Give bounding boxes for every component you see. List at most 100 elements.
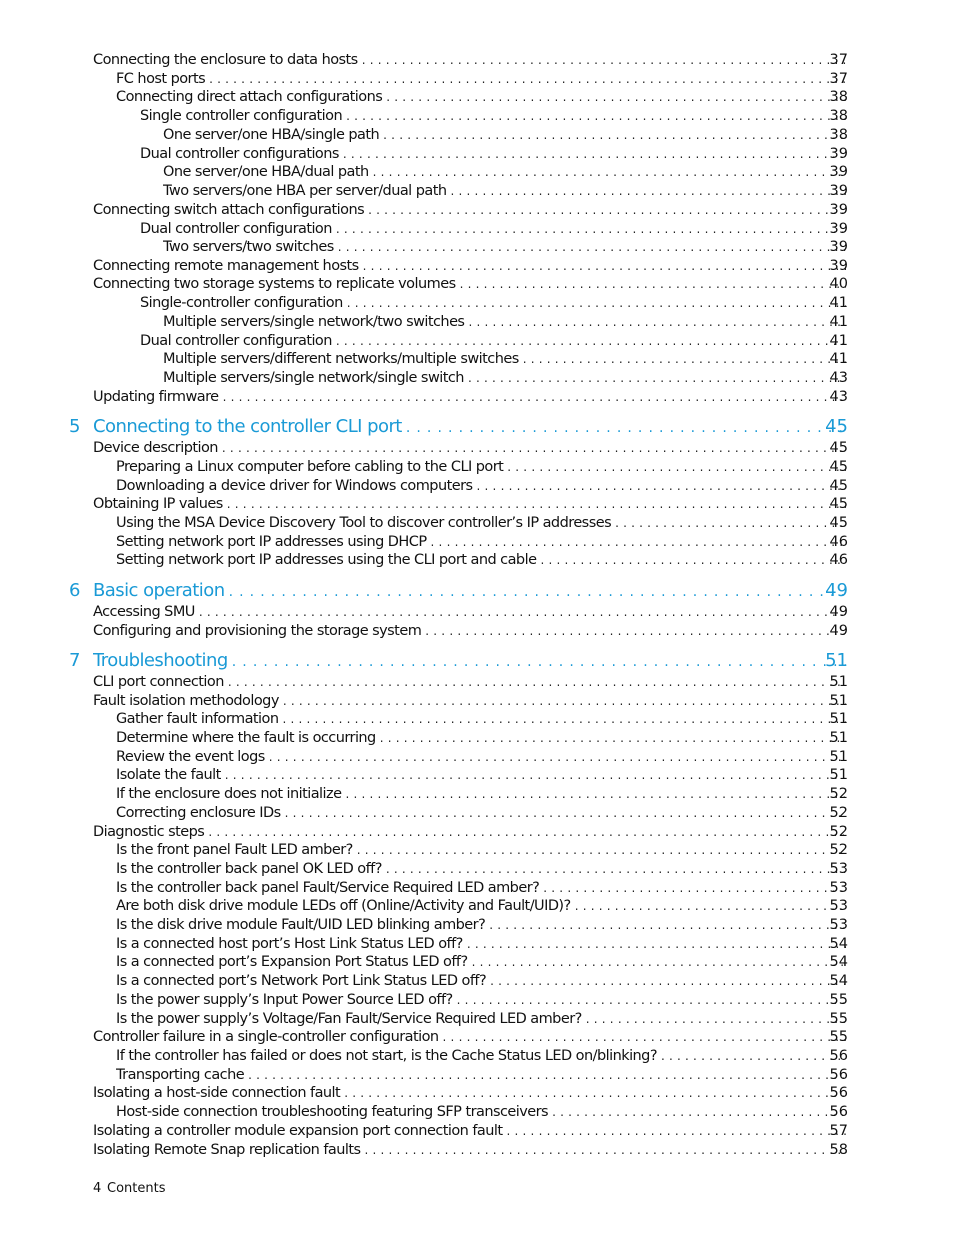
toc-entry[interactable]: Multiple servers/single network/single s… bbox=[0, 369, 954, 387]
toc-entry[interactable]: Configuring and provisioning the storage… bbox=[0, 622, 954, 640]
toc-entry[interactable]: Connecting two storage systems to replic… bbox=[0, 275, 954, 293]
toc-entry-link[interactable]: Accessing SMU...........................… bbox=[93, 603, 846, 621]
toc-entry[interactable]: Dual controller configuration...........… bbox=[0, 332, 954, 350]
toc-entry[interactable]: Accessing SMU...........................… bbox=[0, 603, 954, 621]
toc-entry-link[interactable]: Host-side connection troubleshooting fea… bbox=[116, 1103, 846, 1121]
toc-entry-link[interactable]: Fault isolation methodology.............… bbox=[93, 692, 846, 710]
toc-entry[interactable]: Isolating a controller module expansion … bbox=[0, 1122, 954, 1140]
toc-entry[interactable]: Setting network port IP addresses using … bbox=[0, 533, 954, 551]
toc-entry[interactable]: FC host ports...........................… bbox=[0, 70, 954, 88]
toc-entry-link[interactable]: Connecting two storage systems to replic… bbox=[93, 275, 846, 293]
toc-entry[interactable]: Preparing a Linux computer before cablin… bbox=[0, 458, 954, 476]
toc-entry-link[interactable]: Connecting the enclosure to data hosts..… bbox=[93, 51, 846, 69]
toc-entry-link[interactable]: Setting network port IP addresses using … bbox=[116, 551, 846, 569]
toc-entry-link[interactable]: Connecting remote management hosts......… bbox=[93, 257, 846, 275]
toc-entry[interactable]: Gather fault information................… bbox=[0, 710, 954, 728]
toc-entry[interactable]: Isolating Remote Snap replication faults… bbox=[0, 1141, 954, 1159]
toc-entry[interactable]: Multiple servers/different networks/mult… bbox=[0, 350, 954, 368]
toc-entry[interactable]: Two servers/two switches................… bbox=[0, 238, 954, 256]
toc-entry[interactable]: Multiple servers/single network/two swit… bbox=[0, 313, 954, 331]
toc-chapter-entry[interactable]: 6 Basic operation........................… bbox=[0, 580, 954, 602]
toc-entry-link[interactable]: Connecting to the controller CLI port...… bbox=[93, 416, 846, 439]
toc-entry[interactable]: Connecting direct attach configurations.… bbox=[0, 88, 954, 106]
toc-entry-link[interactable]: Multiple servers/single network/single s… bbox=[163, 369, 846, 387]
toc-entry[interactable]: Review the event logs...................… bbox=[0, 748, 954, 766]
toc-entry-link[interactable]: CLI port connection.....................… bbox=[93, 673, 846, 691]
toc-entry[interactable]: Isolate the fault.......................… bbox=[0, 766, 954, 784]
toc-entry[interactable]: Is the front panel Fault LED amber?.....… bbox=[0, 841, 954, 859]
toc-entry-link[interactable]: Is a connected port’s Expansion Port Sta… bbox=[116, 953, 846, 971]
toc-chapter-entry[interactable]: 7 Troubleshooting........................… bbox=[0, 650, 954, 672]
toc-entry[interactable]: Is a connected port’s Network Port Link … bbox=[0, 972, 954, 990]
toc-entry-link[interactable]: Updating firmware.......................… bbox=[93, 388, 846, 406]
toc-entry-link[interactable]: Is the disk drive module Fault/UID LED b… bbox=[116, 916, 846, 934]
toc-entry[interactable]: Connecting remote management hosts......… bbox=[0, 257, 954, 275]
toc-entry[interactable]: Is a connected port’s Expansion Port Sta… bbox=[0, 953, 954, 971]
toc-entry-link[interactable]: Downloading a device driver for Windows … bbox=[116, 477, 846, 495]
toc-entry[interactable]: Isolating a host-side connection fault..… bbox=[0, 1084, 954, 1102]
toc-entry[interactable]: Dual controller configuration...........… bbox=[0, 220, 954, 238]
toc-entry[interactable]: Updating firmware.......................… bbox=[0, 388, 954, 406]
toc-entry[interactable]: Single-controller configuration.........… bbox=[0, 294, 954, 312]
toc-entry[interactable]: Determine where the fault is occurring..… bbox=[0, 729, 954, 747]
toc-entry-link[interactable]: Diagnostic steps........................… bbox=[93, 823, 846, 841]
toc-entry[interactable]: Is the power supply’s Input Power Source… bbox=[0, 991, 954, 1009]
toc-entry-link[interactable]: Isolating a controller module expansion … bbox=[93, 1122, 846, 1140]
toc-entry-link[interactable]: Is a connected host port’s Host Link Sta… bbox=[116, 935, 846, 953]
toc-entry-link[interactable]: Dual controller configuration...........… bbox=[140, 220, 846, 238]
toc-entry-link[interactable]: Configuring and provisioning the storage… bbox=[93, 622, 846, 640]
toc-entry[interactable]: Single controller configuration.........… bbox=[0, 107, 954, 125]
toc-entry-link[interactable]: Dual controller configuration...........… bbox=[140, 332, 846, 350]
toc-entry[interactable]: Is the controller back panel Fault/Servi… bbox=[0, 879, 954, 897]
toc-entry-link[interactable]: Correcting enclosure IDs................… bbox=[116, 804, 846, 822]
toc-entry-link[interactable]: Using the MSA Device Discovery Tool to d… bbox=[116, 514, 846, 532]
toc-entry-link[interactable]: Setting network port IP addresses using … bbox=[116, 533, 846, 551]
toc-entry-link[interactable]: Two servers/two switches................… bbox=[163, 238, 846, 256]
toc-entry-link[interactable]: Is the front panel Fault LED amber?.....… bbox=[116, 841, 846, 859]
toc-entry[interactable]: If the enclosure does not initialize....… bbox=[0, 785, 954, 803]
toc-entry[interactable]: Is a connected host port’s Host Link Sta… bbox=[0, 935, 954, 953]
toc-entry[interactable]: Controller failure in a single-controlle… bbox=[0, 1028, 954, 1046]
toc-entry-link[interactable]: Transporting cache......................… bbox=[116, 1066, 846, 1084]
toc-entry-link[interactable]: FC host ports...........................… bbox=[116, 70, 846, 88]
toc-entry[interactable]: Is the power supply’s Voltage/Fan Fault/… bbox=[0, 1010, 954, 1028]
toc-entry-link[interactable]: Gather fault information................… bbox=[116, 710, 846, 728]
toc-entry-link[interactable]: Device description......................… bbox=[93, 439, 846, 457]
toc-entry[interactable]: Is the disk drive module Fault/UID LED b… bbox=[0, 916, 954, 934]
toc-entry[interactable]: Setting network port IP addresses using … bbox=[0, 551, 954, 569]
toc-entry[interactable]: Connecting switch attach configurations.… bbox=[0, 201, 954, 219]
toc-entry[interactable]: Host-side connection troubleshooting fea… bbox=[0, 1103, 954, 1121]
toc-entry-link[interactable]: Basic operation.........................… bbox=[93, 580, 846, 603]
toc-entry[interactable]: Downloading a device driver for Windows … bbox=[0, 477, 954, 495]
toc-entry[interactable]: Are both disk drive module LEDs off (Onl… bbox=[0, 897, 954, 915]
toc-entry-link[interactable]: Isolating Remote Snap replication faults… bbox=[93, 1141, 846, 1159]
toc-entry[interactable]: One server/one HBA/dual path............… bbox=[0, 163, 954, 181]
toc-entry-link[interactable]: Preparing a Linux computer before cablin… bbox=[116, 458, 846, 476]
toc-entry[interactable]: Connecting the enclosure to data hosts..… bbox=[0, 51, 954, 69]
toc-entry-link[interactable]: Two servers/one HBA per server/dual path… bbox=[163, 182, 846, 200]
toc-entry-link[interactable]: Connecting direct attach configurations.… bbox=[116, 88, 846, 106]
toc-entry-link[interactable]: Are both disk drive module LEDs off (Onl… bbox=[116, 897, 846, 915]
toc-entry-link[interactable]: Controller failure in a single-controlle… bbox=[93, 1028, 846, 1046]
toc-entry-link[interactable]: Is the power supply’s Input Power Source… bbox=[116, 991, 846, 1009]
toc-entry-link[interactable]: Single controller configuration.........… bbox=[140, 107, 846, 125]
toc-entry-link[interactable]: If the enclosure does not initialize....… bbox=[116, 785, 846, 803]
toc-entry-link[interactable]: One server/one HBA/dual path............… bbox=[163, 163, 846, 181]
toc-entry[interactable]: Correcting enclosure IDs................… bbox=[0, 804, 954, 822]
toc-entry-link[interactable]: Multiple servers/single network/two swit… bbox=[163, 313, 846, 331]
toc-entry-link[interactable]: Multiple servers/different networks/mult… bbox=[163, 350, 846, 368]
toc-entry-link[interactable]: Troubleshooting.........................… bbox=[93, 650, 846, 673]
toc-entry[interactable]: If the controller has failed or does not… bbox=[0, 1047, 954, 1065]
toc-entry-link[interactable]: If the controller has failed or does not… bbox=[116, 1047, 846, 1065]
toc-entry[interactable]: CLI port connection.....................… bbox=[0, 673, 954, 691]
toc-entry-link[interactable]: Single-controller configuration.........… bbox=[140, 294, 846, 312]
toc-entry-link[interactable]: Obtaining IP values.....................… bbox=[93, 495, 846, 513]
toc-entry-link[interactable]: Is the controller back panel OK LED off?… bbox=[116, 860, 846, 878]
toc-entry-link[interactable]: Determine where the fault is occurring..… bbox=[116, 729, 846, 747]
toc-entry-link[interactable]: Isolating a host-side connection fault..… bbox=[93, 1084, 846, 1102]
toc-entry-link[interactable]: Isolate the fault.......................… bbox=[116, 766, 846, 784]
toc-chapter-entry[interactable]: 5 Connecting to the controller CLI port..… bbox=[0, 416, 954, 438]
toc-entry[interactable]: Two servers/one HBA per server/dual path… bbox=[0, 182, 954, 200]
toc-entry-link[interactable]: Dual controller configurations..........… bbox=[140, 145, 846, 163]
toc-entry-link[interactable]: Review the event logs...................… bbox=[116, 748, 846, 766]
